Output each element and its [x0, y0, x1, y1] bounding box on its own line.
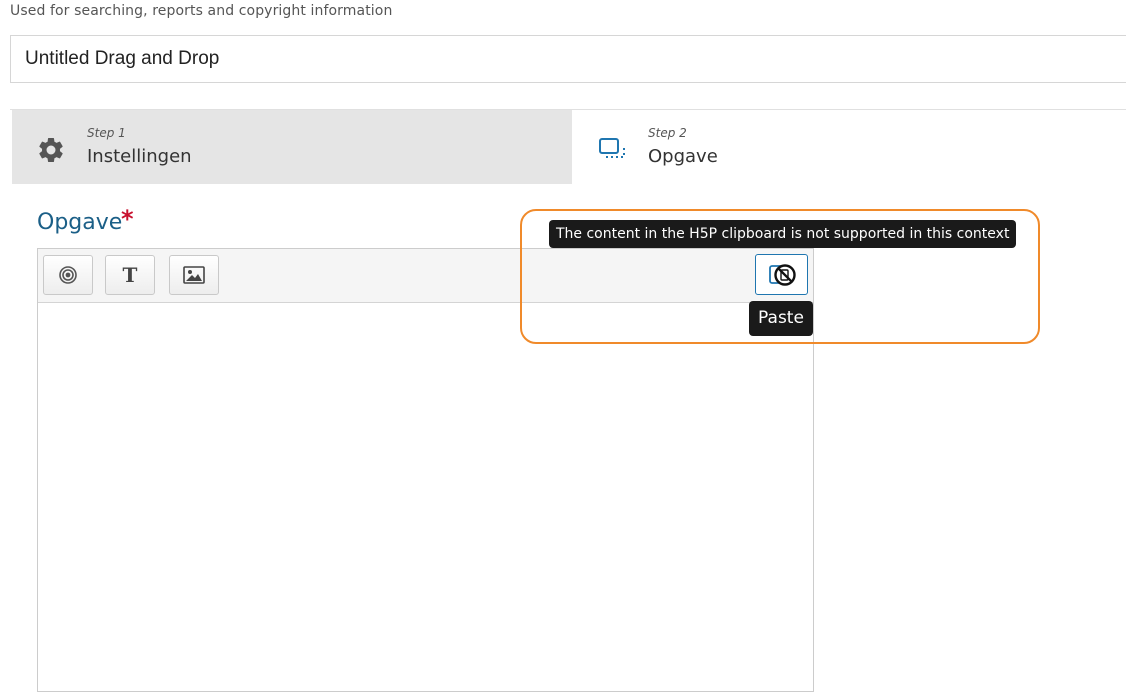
step-tab-opgave[interactable]: Step 2 Opgave [572, 110, 1126, 184]
dashed-frame-icon [599, 138, 625, 158]
field-label: Opgave [37, 210, 123, 235]
add-drop-zone-button[interactable] [43, 255, 93, 295]
text-icon: T [122, 263, 138, 287]
step-tab-instellingen[interactable]: Step 1 Instellingen [12, 110, 572, 184]
paste-tooltip: Paste [749, 301, 813, 336]
paste-disabled-icon [768, 263, 796, 286]
add-text-button[interactable]: T [105, 255, 155, 295]
h5p-editor: Used for searching, reports and copyrigh… [0, 0, 1126, 699]
step-label: Opgave [648, 146, 718, 167]
step-label: Instellingen [87, 146, 192, 167]
step-number: Step 2 [648, 126, 687, 140]
gear-icon [39, 137, 63, 162]
paste-button[interactable] [755, 254, 808, 295]
drag-drop-editor: T [37, 248, 814, 692]
target-icon [59, 266, 77, 284]
title-input[interactable]: Untitled Drag and Drop [10, 35, 1126, 83]
required-indicator: * [121, 205, 134, 233]
clipboard-tooltip: The content in the H5P clipboard is not … [549, 220, 1017, 248]
step-number: Step 1 [87, 126, 126, 140]
add-image-button[interactable] [169, 255, 219, 295]
title-description: Used for searching, reports and copyrigh… [10, 3, 393, 19]
image-icon [183, 266, 205, 284]
editor-toolbar: T [38, 249, 813, 303]
